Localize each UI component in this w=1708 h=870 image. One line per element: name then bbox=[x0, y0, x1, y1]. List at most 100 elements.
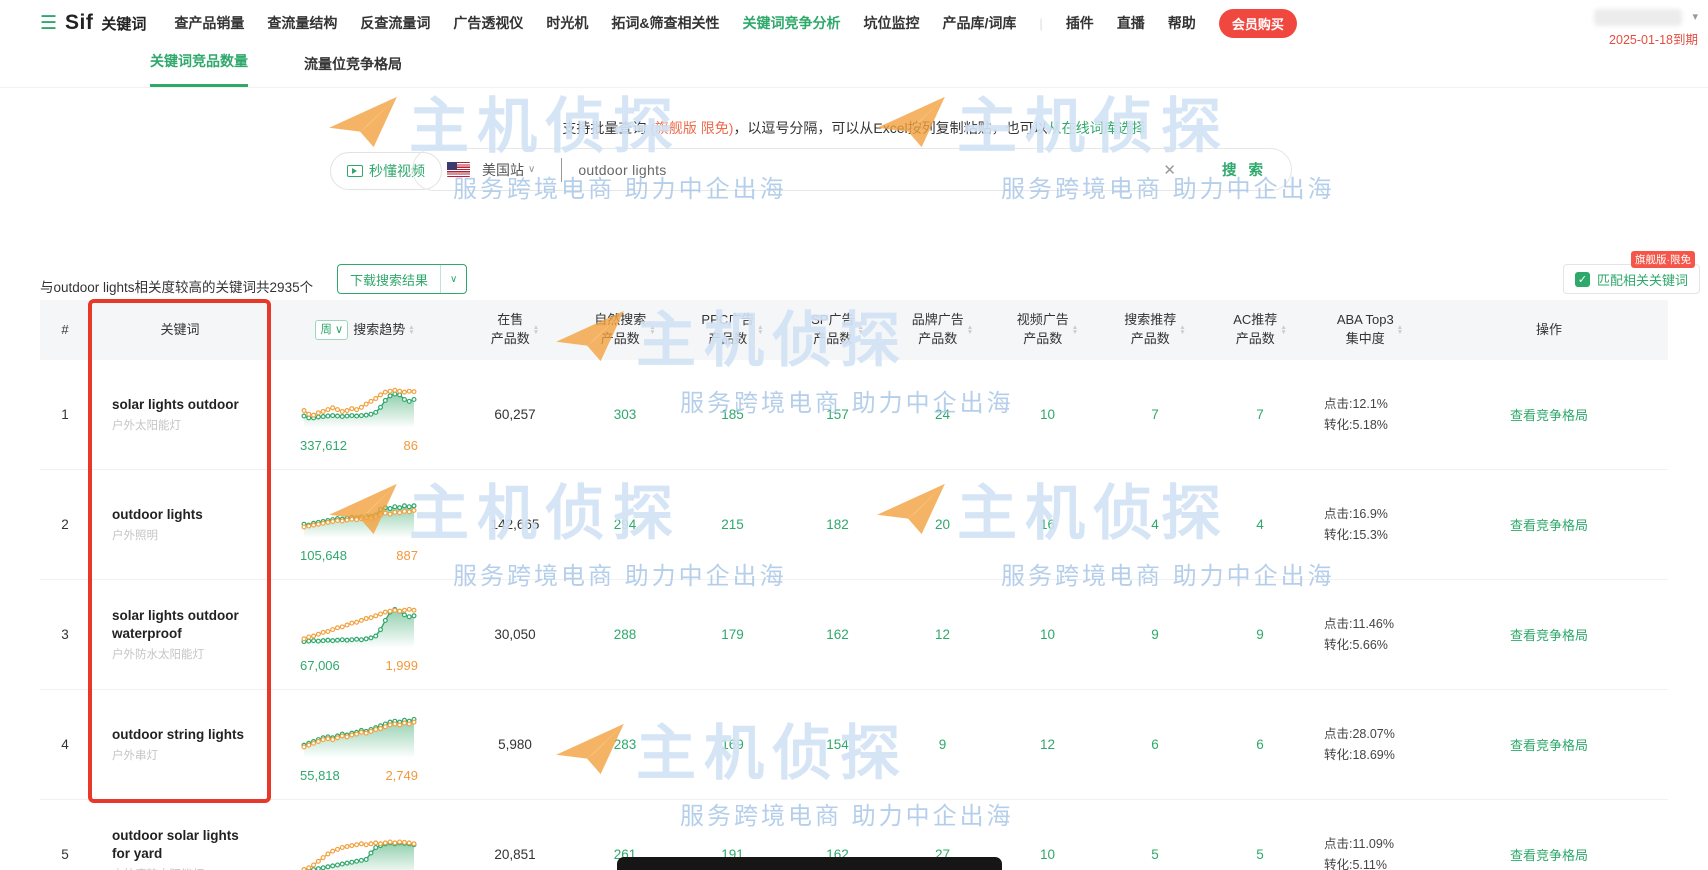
sp-count: 182 bbox=[826, 517, 849, 532]
video-icon bbox=[347, 165, 363, 177]
sort-icon[interactable]: ▲ ▼ bbox=[857, 324, 863, 336]
trend-cell: 337,612 86 bbox=[270, 376, 460, 453]
nav-secondary-item-1[interactable]: 直播 bbox=[1117, 13, 1145, 33]
trend-period-caret-icon: ∨ bbox=[334, 323, 344, 336]
onsale-count: 30,050 bbox=[494, 627, 536, 642]
download-caret-icon[interactable]: ∨ bbox=[440, 265, 466, 293]
sort-icon[interactable]: ▲ ▼ bbox=[408, 324, 414, 336]
video-count: 12 bbox=[1039, 737, 1056, 752]
aba-conversion: 转化:18.69% bbox=[1324, 747, 1395, 762]
ac-count: 4 bbox=[1256, 517, 1264, 532]
row-index: 2 bbox=[61, 517, 69, 532]
sp-count: 162 bbox=[826, 627, 849, 642]
aba-cell: 点击:11.09% 转化:5.11% bbox=[1310, 834, 1430, 870]
marketplace-select[interactable]: 美国站 bbox=[482, 160, 524, 180]
match-related-keywords-toggle[interactable]: 旗舰版·限免 ✓ 匹配相关关键词 bbox=[1562, 251, 1700, 294]
search-button[interactable]: 搜 索 bbox=[1222, 159, 1267, 180]
nav-item-8[interactable]: 产品库/词库 bbox=[943, 13, 1017, 33]
brand-count: 12 bbox=[934, 627, 951, 642]
action-cell: 查看竞争格局 bbox=[1430, 515, 1668, 534]
keyword-translation: 户外照明 bbox=[112, 530, 158, 543]
trend-period-value: 周 bbox=[320, 323, 332, 336]
ac-count: 5 bbox=[1256, 847, 1264, 862]
match-checkbox-label: 匹配相关关键词 bbox=[1596, 272, 1688, 288]
col-keyword: 关键词 bbox=[160, 321, 200, 337]
sort-icon[interactable]: ▲ ▼ bbox=[1179, 324, 1185, 336]
trend-period-select[interactable]: 周 ∨ bbox=[315, 319, 349, 341]
col-ppc: PPC广告 产品数 ▲ ▼ bbox=[701, 312, 764, 346]
nav-divider: | bbox=[1039, 15, 1043, 31]
nav-item-7[interactable]: 坑位监控 bbox=[864, 13, 920, 33]
view-competition-link[interactable]: 查看竞争格局 bbox=[1510, 408, 1588, 423]
user-menu-caret-icon[interactable]: ▾ bbox=[1692, 10, 1698, 23]
marketplace-caret-icon[interactable]: ∨ bbox=[528, 164, 535, 175]
search-input[interactable]: outdoor lights bbox=[578, 162, 1163, 178]
nav-item-0[interactable]: 查产品销量 bbox=[174, 13, 244, 33]
hamburger-icon[interactable]: ☰ bbox=[40, 12, 57, 35]
aba-conversion: 转化:5.66% bbox=[1324, 637, 1388, 652]
app-logo[interactable]: ☰ Sif 关键词 bbox=[40, 11, 146, 35]
sort-icon[interactable]: ▲ ▼ bbox=[1072, 324, 1078, 336]
nav-item-3[interactable]: 广告透视仪 bbox=[453, 13, 523, 33]
clear-input-icon[interactable]: ✕ bbox=[1163, 161, 1176, 179]
col-brand: 品牌广告 产品数 ▲ ▼ bbox=[911, 312, 974, 346]
view-competition-link[interactable]: 查看竞争格局 bbox=[1510, 738, 1588, 753]
row-index: 4 bbox=[61, 737, 69, 752]
aba-cell: 点击:28.07% 转化:18.69% bbox=[1310, 724, 1430, 765]
sort-icon[interactable]: ▲ ▼ bbox=[533, 324, 539, 336]
row-index: 5 bbox=[61, 847, 69, 862]
aba-cell: 点击:11.46% 转化:5.66% bbox=[1310, 614, 1430, 655]
table-row: 1 solar lights outdoor 户外太阳能灯 337,612 86… bbox=[40, 360, 1668, 470]
nav-item-1[interactable]: 查流量结构 bbox=[267, 13, 337, 33]
brand-count: 20 bbox=[934, 517, 951, 532]
sort-icon[interactable]: ▲ ▼ bbox=[967, 324, 973, 336]
action-cell: 查看竞争格局 bbox=[1430, 845, 1668, 864]
download-results-button[interactable]: 下载搜索结果 ∨ bbox=[337, 264, 468, 294]
aba-cell: 点击:12.1% 转化:5.18% bbox=[1310, 394, 1430, 435]
sort-icon[interactable]: ▲ ▼ bbox=[1397, 324, 1403, 336]
keyword-cell: outdoor string lights 户外串灯 bbox=[90, 726, 270, 764]
nav-item-4[interactable]: 时光机 bbox=[546, 13, 588, 33]
view-competition-link[interactable]: 查看竞争格局 bbox=[1510, 848, 1588, 863]
trend-cell: 55,818 2,749 bbox=[270, 706, 460, 783]
nav-item-5[interactable]: 拓词&筛查相关性 bbox=[611, 13, 719, 33]
bottom-scrollbar[interactable] bbox=[617, 857, 1002, 870]
col-action: 操作 bbox=[1535, 321, 1562, 337]
trend-high-value: 2,749 bbox=[385, 768, 418, 783]
us-flag-icon bbox=[447, 162, 470, 177]
tab-0[interactable]: 关键词竞品数量 bbox=[150, 51, 248, 87]
member-purchase-button[interactable]: 会员购买 bbox=[1218, 8, 1297, 38]
view-competition-link[interactable]: 查看竞争格局 bbox=[1510, 518, 1588, 533]
table-header: # 关键词 周 ∨ 搜索趋势 ▲ ▼ 在售 产品数 ▲ ▼ 自然搜索 产品数 ▲ ▼ PPC广… bbox=[40, 300, 1668, 360]
view-competition-link[interactable]: 查看竞争格局 bbox=[1510, 628, 1588, 643]
download-label: 下载搜索结果 bbox=[350, 272, 429, 288]
user-avatar[interactable] bbox=[1594, 9, 1682, 26]
natural-count: 303 bbox=[613, 407, 637, 422]
tab-bar: 关键词竞品数量 流量位竞争格局 bbox=[0, 46, 1708, 88]
trend-low-value: 55,818 bbox=[300, 768, 340, 783]
nav-secondary-item-2[interactable]: 帮助 bbox=[1168, 13, 1196, 33]
ppc-count: 169 bbox=[721, 737, 744, 752]
online-wordbank-link[interactable]: 从在线词库选择 bbox=[1048, 120, 1146, 136]
top-nav: ☰ Sif 关键词 查产品销量 查流量结构 反查流量词 广告透视仪 时光机 拓词&筛查相关… bbox=[0, 0, 1708, 47]
action-cell: 查看竞争格局 bbox=[1430, 405, 1668, 424]
aba-click: 点击:28.07% bbox=[1324, 726, 1395, 741]
aba-conversion: 转化:5.11% bbox=[1324, 857, 1387, 870]
trend-values: 105,648 887 bbox=[300, 548, 418, 563]
aba-conversion: 转化:15.3% bbox=[1324, 527, 1388, 542]
ac-count: 6 bbox=[1256, 737, 1264, 752]
sort-icon[interactable]: ▲ ▼ bbox=[1280, 324, 1286, 336]
row-index: 3 bbox=[61, 627, 69, 642]
sort-icon[interactable]: ▲ ▼ bbox=[757, 324, 763, 336]
page: ☰ Sif 关键词 查产品销量 查流量结构 反查流量词 广告透视仪 时光机 拓词&筛查相关… bbox=[0, 0, 1708, 870]
sort-icon[interactable]: ▲ ▼ bbox=[649, 324, 655, 336]
batch-query-tip: 支持批量查询 (旗舰版 限免)，以逗号分隔，可以从Excel按列复制粘贴，也可以… bbox=[0, 118, 1708, 138]
keyword-translation: 户外太阳能灯 bbox=[112, 420, 181, 433]
checkbox-checked-icon[interactable]: ✓ bbox=[1574, 271, 1590, 287]
nav-secondary-item-0[interactable]: 插件 bbox=[1066, 13, 1094, 33]
nav-item-2[interactable]: 反查流量词 bbox=[360, 13, 430, 33]
nav-item-6[interactable]: 关键词竞争分析 bbox=[743, 13, 841, 33]
tab-1[interactable]: 流量位竞争格局 bbox=[304, 54, 402, 87]
trend-sparkline bbox=[300, 824, 418, 870]
trend-sparkline bbox=[300, 596, 418, 657]
